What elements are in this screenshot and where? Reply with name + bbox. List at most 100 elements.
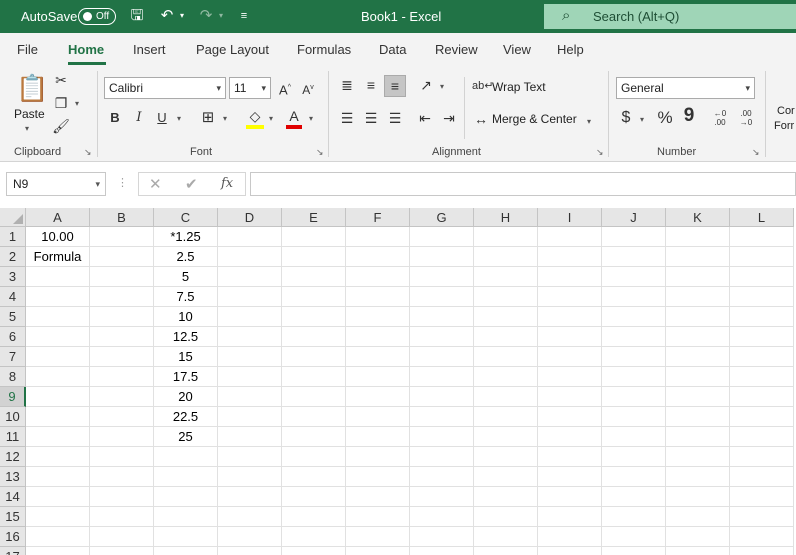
column-header-g[interactable]: G	[410, 208, 474, 227]
cell-h1[interactable]	[474, 227, 538, 247]
cell-d5[interactable]	[218, 307, 282, 327]
cell-a2[interactable]: Formula	[26, 247, 90, 267]
cell-h2[interactable]	[474, 247, 538, 267]
cell-j10[interactable]	[602, 407, 666, 427]
cell-b9[interactable]	[90, 387, 154, 407]
align-middle-icon[interactable]: ≡	[362, 76, 380, 94]
cell-d9[interactable]	[218, 387, 282, 407]
font-name-select[interactable]: Calibri ▾	[104, 77, 226, 99]
tab-formulas[interactable]: Formulas	[297, 42, 351, 57]
autosave-toggle[interactable]: Off	[78, 8, 116, 25]
cell-e5[interactable]	[282, 307, 346, 327]
merge-center-button[interactable]: Merge & Center	[492, 112, 577, 126]
cell-k14[interactable]	[666, 487, 730, 507]
cell-k10[interactable]	[666, 407, 730, 427]
cell-d10[interactable]	[218, 407, 282, 427]
cell-e13[interactable]	[282, 467, 346, 487]
cell-l13[interactable]	[730, 467, 794, 487]
cell-l12[interactable]	[730, 447, 794, 467]
row-header-8[interactable]: 8	[0, 367, 26, 387]
cell-i1[interactable]	[538, 227, 602, 247]
cell-b2[interactable]	[90, 247, 154, 267]
cell-d16[interactable]	[218, 527, 282, 547]
cell-g12[interactable]	[410, 447, 474, 467]
cell-l15[interactable]	[730, 507, 794, 527]
cell-b1[interactable]	[90, 227, 154, 247]
number-format-select[interactable]: General ▾	[616, 77, 755, 99]
cell-g14[interactable]	[410, 487, 474, 507]
cell-d2[interactable]	[218, 247, 282, 267]
cell-h7[interactable]	[474, 347, 538, 367]
row-header-14[interactable]: 14	[0, 487, 26, 507]
cell-j14[interactable]	[602, 487, 666, 507]
cell-j5[interactable]	[602, 307, 666, 327]
cell-i4[interactable]	[538, 287, 602, 307]
cell-l1[interactable]	[730, 227, 794, 247]
wrap-text-icon[interactable]: ab↵	[472, 77, 493, 95]
cell-k12[interactable]	[666, 447, 730, 467]
cell-j16[interactable]	[602, 527, 666, 547]
cell-j13[interactable]	[602, 467, 666, 487]
font-color-icon[interactable]: A	[286, 107, 302, 129]
cell-c17[interactable]	[154, 547, 218, 555]
cell-h3[interactable]	[474, 267, 538, 287]
spreadsheet-grid[interactable]: A B C D E F G H I J K L 1 10.00 *1.25 2 Formula 2.5 3 5 4 7.5…	[0, 208, 796, 555]
cell-e11[interactable]	[282, 427, 346, 447]
orientation-dropdown-icon[interactable]: ▾	[440, 82, 444, 91]
cell-h10[interactable]	[474, 407, 538, 427]
cell-f3[interactable]	[346, 267, 410, 287]
cell-g4[interactable]	[410, 287, 474, 307]
cell-a10[interactable]	[26, 407, 90, 427]
cell-a4[interactable]	[26, 287, 90, 307]
cell-k8[interactable]	[666, 367, 730, 387]
cell-h12[interactable]	[474, 447, 538, 467]
cell-g6[interactable]	[410, 327, 474, 347]
cell-a6[interactable]	[26, 327, 90, 347]
cell-e10[interactable]	[282, 407, 346, 427]
borders-dropdown-icon[interactable]: ▾	[223, 114, 227, 123]
column-header-h[interactable]: H	[474, 208, 538, 227]
cell-e2[interactable]	[282, 247, 346, 267]
tab-file[interactable]: File	[17, 42, 38, 57]
underline-dropdown-icon[interactable]: ▾	[177, 114, 181, 123]
cell-c1[interactable]: *1.25	[154, 227, 218, 247]
cell-i8[interactable]	[538, 367, 602, 387]
cell-c2[interactable]: 2.5	[154, 247, 218, 267]
column-header-a[interactable]: A	[26, 208, 90, 227]
row-header-15[interactable]: 15	[0, 507, 26, 527]
cell-j3[interactable]	[602, 267, 666, 287]
tab-review[interactable]: Review	[435, 42, 478, 57]
cell-f2[interactable]	[346, 247, 410, 267]
cell-e7[interactable]	[282, 347, 346, 367]
cell-a1[interactable]: 10.00	[26, 227, 90, 247]
cell-b3[interactable]	[90, 267, 154, 287]
cell-f8[interactable]	[346, 367, 410, 387]
cell-b7[interactable]	[90, 347, 154, 367]
increase-indent-icon[interactable]: ⇥	[440, 109, 458, 127]
cell-h14[interactable]	[474, 487, 538, 507]
cell-i11[interactable]	[538, 427, 602, 447]
tab-insert[interactable]: Insert	[133, 42, 166, 57]
cell-i15[interactable]	[538, 507, 602, 527]
orientation-icon[interactable]: ↗	[416, 76, 436, 94]
cell-a8[interactable]	[26, 367, 90, 387]
cell-e6[interactable]	[282, 327, 346, 347]
align-left-icon[interactable]: ☰	[338, 109, 356, 127]
cell-i7[interactable]	[538, 347, 602, 367]
cell-j2[interactable]	[602, 247, 666, 267]
cell-d1[interactable]	[218, 227, 282, 247]
cell-l10[interactable]	[730, 407, 794, 427]
cell-i14[interactable]	[538, 487, 602, 507]
cell-h16[interactable]	[474, 527, 538, 547]
row-header-16[interactable]: 16	[0, 527, 26, 547]
customize-toolbar-icon[interactable]: ≡	[236, 6, 252, 26]
percent-style-button[interactable]: %	[655, 109, 675, 127]
align-right-icon[interactable]: ☰	[386, 109, 404, 127]
paste-icon[interactable]: 📋	[16, 71, 48, 105]
cell-b15[interactable]	[90, 507, 154, 527]
cell-i13[interactable]	[538, 467, 602, 487]
cell-a15[interactable]	[26, 507, 90, 527]
row-header-2[interactable]: 2	[0, 247, 26, 267]
cell-d15[interactable]	[218, 507, 282, 527]
cell-d7[interactable]	[218, 347, 282, 367]
